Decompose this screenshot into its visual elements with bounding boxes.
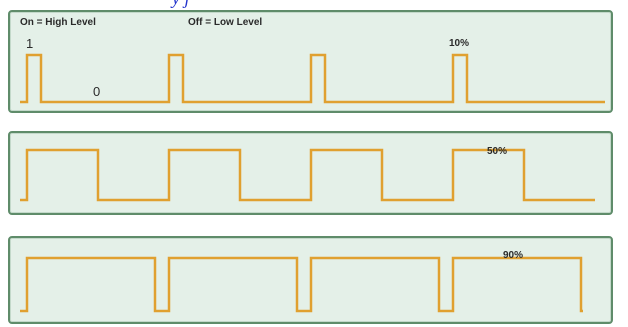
legend-off-label: Off = Low Level xyxy=(188,17,263,28)
pwm-waveform-50 xyxy=(20,148,595,202)
pwm-signal-line xyxy=(20,148,595,202)
pwm-signal-line xyxy=(20,256,583,313)
duty-cycle-label-10: 10% xyxy=(449,38,470,49)
cropped-header-text: y j xyxy=(172,0,190,9)
pwm-panel-10: On = High Level Off = Low Level 1 0 10% xyxy=(8,10,613,113)
low-level-label: 0 xyxy=(93,84,101,99)
duty-cycle-label-50: 50% xyxy=(487,146,508,157)
legend-on-label: On = High Level xyxy=(20,17,96,28)
pwm-signal-line xyxy=(20,53,605,104)
pwm-panel-90: 90% xyxy=(8,236,613,324)
pwm-panel-50: 50% xyxy=(8,131,613,215)
high-level-label: 1 xyxy=(26,36,34,51)
duty-cycle-label-90: 90% xyxy=(503,250,524,261)
